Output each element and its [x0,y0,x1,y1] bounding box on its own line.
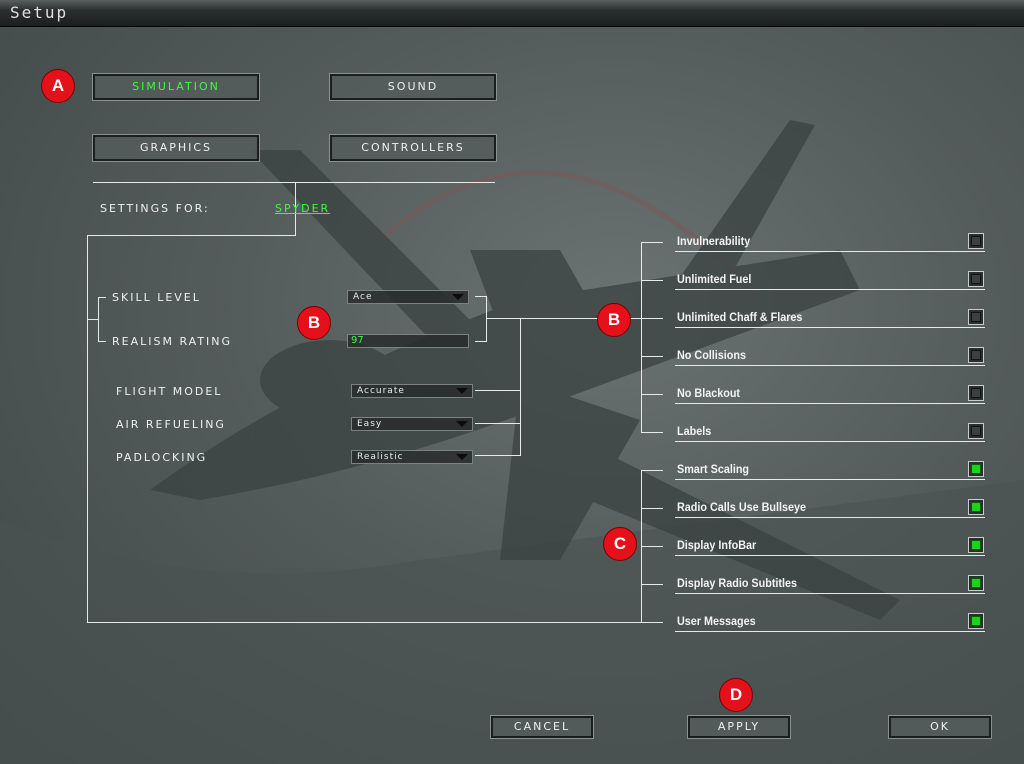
connector-line [475,390,520,391]
connector-line [475,423,520,424]
option-tick [641,280,663,281]
option-underline [675,327,985,328]
realism-rating-value: 97 [347,334,469,348]
option-label-smart-scaling: Smart Scaling [677,462,750,476]
title-bar: Setup [0,0,1024,27]
callout-badge-d: D [719,678,753,712]
option-tick [641,394,663,395]
tab-controllers[interactable]: Controllers [329,134,497,162]
connector-line [87,235,88,623]
connector-line [87,235,296,236]
dropdown-arrow-icon [456,454,468,460]
option-label-invulnerability: Invulnerability [677,234,751,248]
connector-line [641,242,642,432]
padlocking-dropdown[interactable]: Realistic [351,450,473,464]
flight-model-value: Accurate [357,386,405,396]
tab-simulation[interactable]: Simulation [92,73,260,101]
option-label-unlimited-fuel: Unlimited Fuel [677,272,752,286]
checkbox-smart-scaling[interactable] [968,461,984,477]
connector-line [98,297,106,298]
option-underline [675,479,985,480]
option-underline [675,555,985,556]
realism-rating-label: Realism Rating [112,335,233,348]
callout-badge-a: A [41,69,75,103]
option-label-display-radio-subtitles: Display Radio Subtitles [677,576,798,590]
air-refueling-label: Air Refueling [116,418,226,431]
option-underline [675,631,985,632]
option-underline [675,403,985,404]
option-underline [675,517,985,518]
air-refueling-value: Easy [357,419,383,429]
option-label-no-blackout: No Blackout [677,386,741,400]
option-underline [675,365,985,366]
option-label-display-infobar: Display InfoBar [677,538,757,552]
divider-line [93,182,495,183]
checkbox-radio-calls-bullseye[interactable] [968,499,984,515]
option-tick [641,470,663,471]
callout-badge-b-left: B [297,306,331,340]
option-underline [675,289,985,290]
option-tick [641,584,663,585]
connector-line [87,622,642,623]
flight-model-dropdown[interactable]: Accurate [351,384,473,398]
option-tick [641,546,663,547]
padlocking-value: Realistic [357,452,404,462]
connector-line [98,341,106,342]
option-tick [641,318,663,319]
checkbox-labels[interactable] [968,423,984,439]
dropdown-arrow-icon [456,421,468,427]
connector-line [98,297,99,342]
option-underline [675,441,985,442]
option-tick [641,508,663,509]
dropdown-arrow-icon [456,388,468,394]
option-tick [641,622,663,623]
callout-badge-b-right: B [597,303,631,337]
flight-model-label: Flight Model [116,385,223,398]
checkbox-unlimited-chaff-flares[interactable] [968,309,984,325]
option-label-no-collisions: No Collisions [677,348,747,362]
connector-line [486,296,487,342]
option-tick [641,432,663,433]
option-underline [675,251,985,252]
checkbox-invulnerability[interactable] [968,233,984,249]
checkbox-user-messages[interactable] [968,613,984,629]
option-label-radio-calls-bullseye: Radio Calls Use Bullseye [677,500,807,514]
air-refueling-dropdown[interactable]: Easy [351,417,473,431]
apply-button[interactable]: Apply [687,715,791,739]
cancel-button[interactable]: Cancel [490,715,594,739]
checkbox-no-blackout[interactable] [968,385,984,401]
checkbox-unlimited-fuel[interactable] [968,271,984,287]
callout-badge-c: C [603,527,637,561]
settings-for-pilot-link[interactable]: Spyder [275,202,330,215]
tab-sound[interactable]: Sound [329,73,497,101]
checkbox-display-infobar[interactable] [968,537,984,553]
connector-line [475,455,520,456]
tab-graphics[interactable]: Graphics [92,134,260,162]
option-label-user-messages: User Messages [677,614,756,628]
option-underline [675,593,985,594]
skill-level-dropdown[interactable]: Ace [347,290,469,304]
connector-line [520,318,521,456]
padlocking-label: Padlocking [116,451,208,464]
option-label-labels: Labels [677,424,712,438]
background-aircraft-image [0,120,1024,764]
checkbox-no-collisions[interactable] [968,347,984,363]
skill-level-value: Ace [353,292,373,302]
checkbox-display-radio-subtitles[interactable] [968,575,984,591]
skill-level-label: Skill Level [112,291,201,304]
dropdown-arrow-icon [452,294,464,300]
option-tick [641,356,663,357]
settings-for-label: Settings For: [100,202,210,215]
ok-button[interactable]: Ok [888,715,992,739]
window-title: Setup [10,3,69,22]
option-tick [641,242,663,243]
option-label-unlimited-chaff-flares: Unlimited Chaff & Flares [677,310,803,324]
